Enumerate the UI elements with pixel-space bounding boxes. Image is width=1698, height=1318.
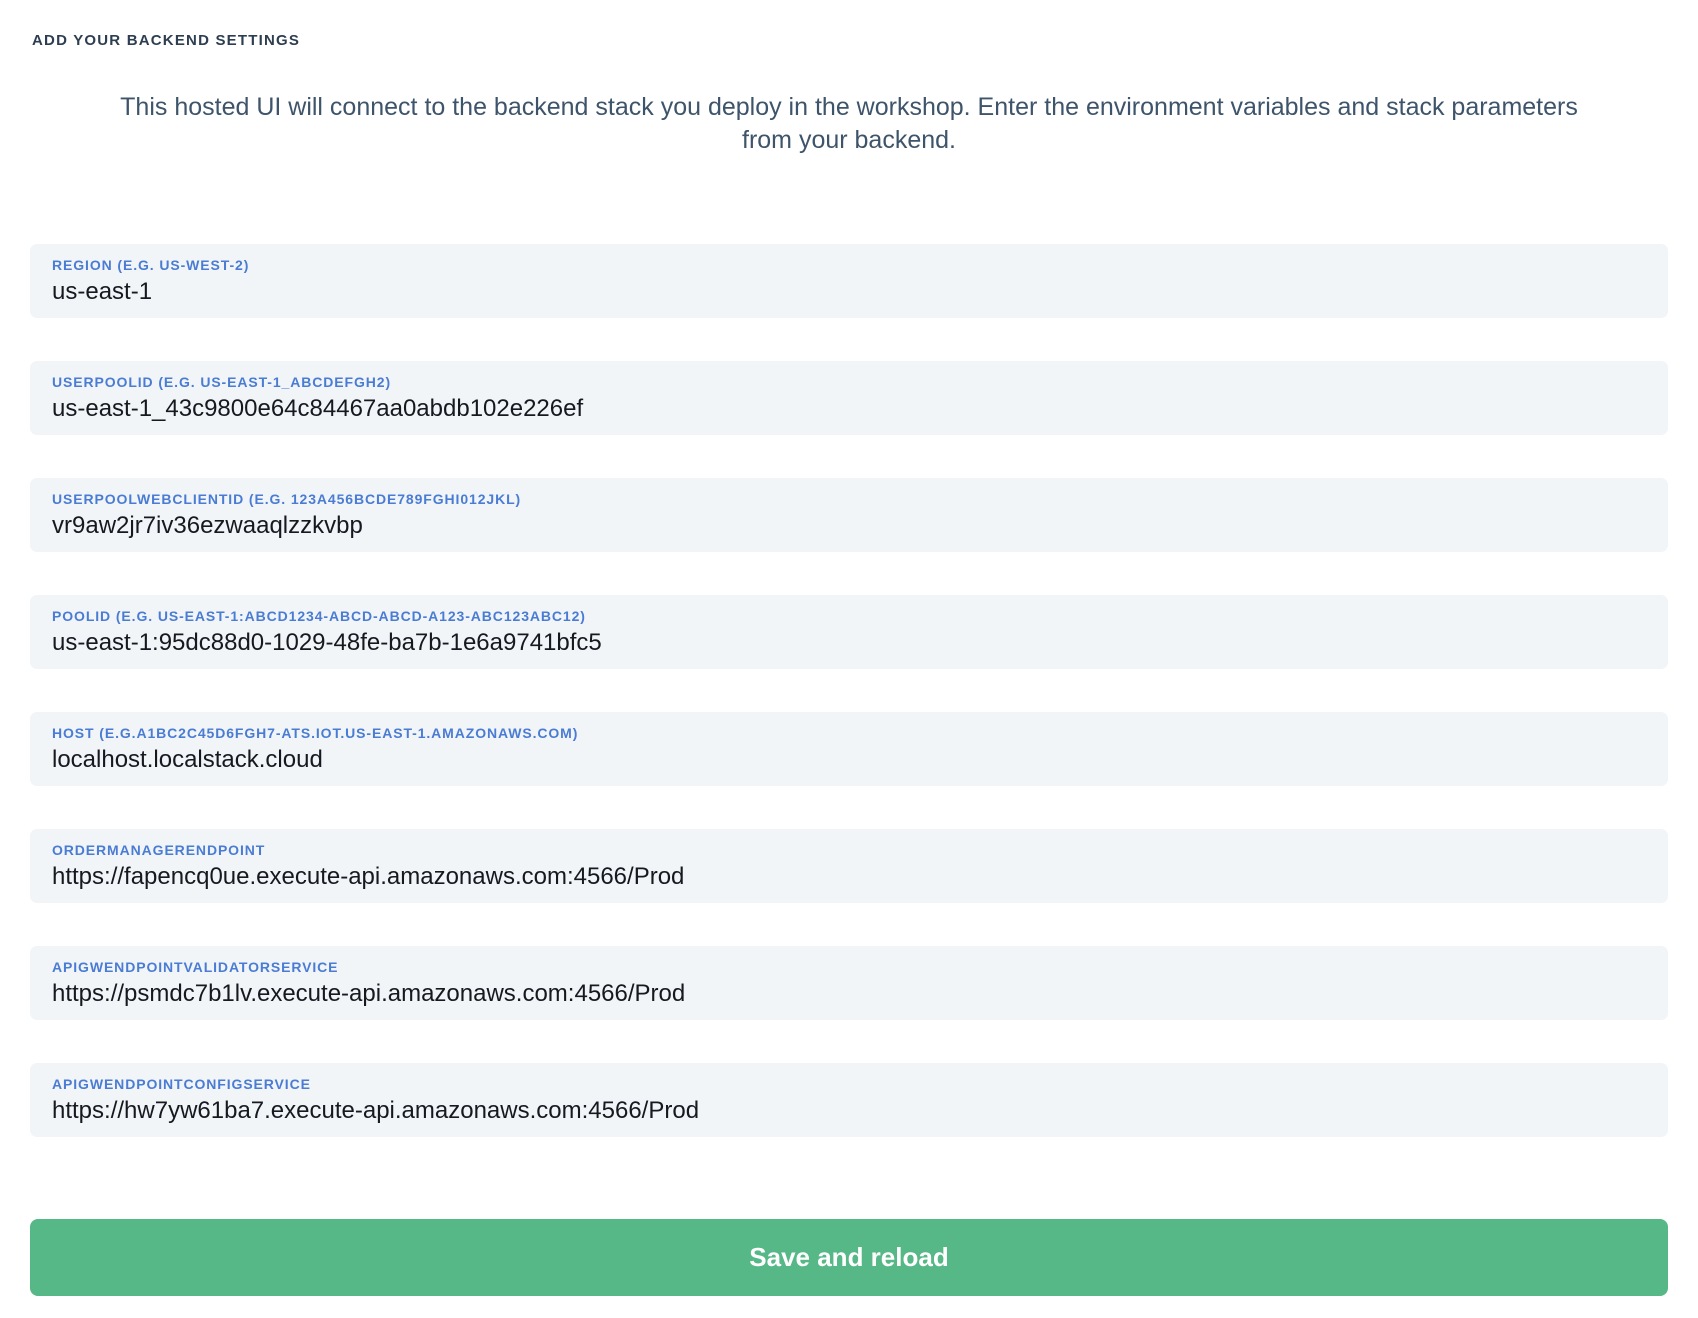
field-apigwendpointvalidatorservice-label: APIGWENDPOINTVALIDATORSERVICE <box>52 959 1646 975</box>
field-host-label: HOST (E.G.A1BC2C45D6FGH7-ATS.IOT.US-EAST… <box>52 725 1646 741</box>
field-apigwendpointvalidatorservice: APIGWENDPOINTVALIDATORSERVICE <box>30 946 1668 1020</box>
poolid-input[interactable] <box>52 629 1646 657</box>
page-title: ADD YOUR BACKEND SETTINGS <box>32 32 1668 49</box>
field-region-label: REGION (E.G. US-WEST-2) <box>52 257 1646 273</box>
settings-description: This hosted UI will connect to the backe… <box>109 91 1589 156</box>
field-userpoolid: USERPOOLID (E.G. US-EAST-1_ABCDEFGH2) <box>30 361 1668 435</box>
save-and-reload-button[interactable]: Save and reload <box>30 1219 1668 1296</box>
settings-form: REGION (E.G. US-WEST-2) USERPOOLID (E.G.… <box>30 244 1668 1137</box>
ordermanagerendpoint-input[interactable] <box>52 863 1646 891</box>
apigwendpointconfigservice-input[interactable] <box>52 1097 1646 1125</box>
field-host: HOST (E.G.A1BC2C45D6FGH7-ATS.IOT.US-EAST… <box>30 712 1668 786</box>
field-apigwendpointconfigservice: APIGWENDPOINTCONFIGSERVICE <box>30 1063 1668 1137</box>
field-userpoolid-label: USERPOOLID (E.G. US-EAST-1_ABCDEFGH2) <box>52 374 1646 390</box>
field-apigwendpointconfigservice-label: APIGWENDPOINTCONFIGSERVICE <box>52 1076 1646 1092</box>
field-region: REGION (E.G. US-WEST-2) <box>30 244 1668 318</box>
userpoolid-input[interactable] <box>52 395 1646 423</box>
field-ordermanagerendpoint: ORDERMANAGERENDPOINT <box>30 829 1668 903</box>
field-poolid: POOLID (E.G. US-EAST-1:ABCD1234-ABCD-ABC… <box>30 595 1668 669</box>
field-poolid-label: POOLID (E.G. US-EAST-1:ABCD1234-ABCD-ABC… <box>52 608 1646 624</box>
apigwendpointvalidatorservice-input[interactable] <box>52 980 1646 1008</box>
region-input[interactable] <box>52 278 1646 306</box>
backend-settings-page: ADD YOUR BACKEND SETTINGS This hosted UI… <box>0 0 1698 1318</box>
field-userpoolwebclientid-label: USERPOOLWEBCLIENTID (E.G. 123A456BCDE789… <box>52 491 1646 507</box>
host-input[interactable] <box>52 746 1646 774</box>
field-ordermanagerendpoint-label: ORDERMANAGERENDPOINT <box>52 842 1646 858</box>
userpoolwebclientid-input[interactable] <box>52 512 1646 540</box>
field-userpoolwebclientid: USERPOOLWEBCLIENTID (E.G. 123A456BCDE789… <box>30 478 1668 552</box>
